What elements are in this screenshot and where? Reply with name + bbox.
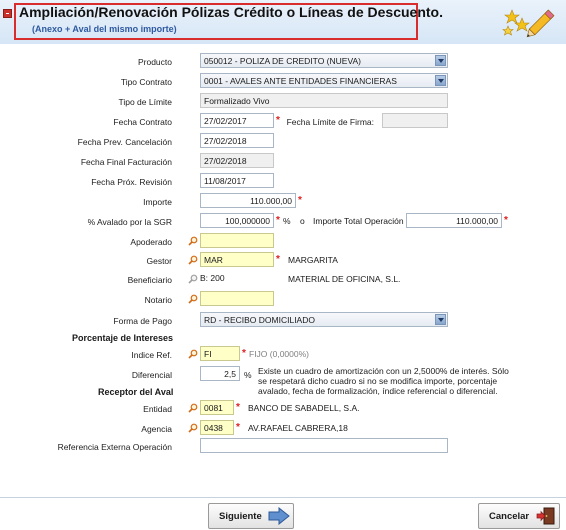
- importe-total-label: Importe Total Operación: [313, 216, 404, 226]
- avalado-label: % Avalado por la SGR: [87, 217, 172, 227]
- diferencial-note: Existe un cuadro de amortización con un …: [258, 366, 509, 396]
- agencia-label: Agencia: [141, 424, 172, 434]
- producto-select[interactable]: 050012 - POLIZA DE CREDITO (NUEVA): [200, 53, 448, 68]
- tipo-contrato-value: 0001 - AVALES ANTE ENTIDADES FINANCIERAS: [204, 76, 397, 86]
- diferencial-label: Diferencial: [131, 370, 172, 380]
- search-icon[interactable]: [188, 403, 198, 413]
- required-icon: *: [298, 195, 302, 206]
- agencia-description: AV.RAFAEL CABRERA,18: [248, 423, 348, 433]
- fecha-prev-cancelacion-label: Fecha Prev. Cancelación: [77, 137, 172, 147]
- tipo-limite-field: Formalizado Vivo: [200, 93, 448, 108]
- page-subtitle: (Anexo + Aval del mismo importe): [32, 24, 177, 34]
- forma-pago-select[interactable]: RD - RECIBO DOMICILIADO: [200, 312, 448, 327]
- required-icon: *: [276, 115, 280, 126]
- required-icon: *: [236, 402, 240, 413]
- fecha-final-facturacion-label: Fecha Final Facturación: [80, 157, 172, 167]
- search-icon: [188, 274, 198, 284]
- gestor-description: MARGARITA: [288, 255, 338, 265]
- agencia-input[interactable]: 0438: [200, 420, 234, 435]
- diferencial-input[interactable]: 2,5: [200, 366, 240, 381]
- fecha-limite-firma-input: [382, 113, 448, 128]
- siguiente-button[interactable]: Siguiente: [208, 503, 294, 529]
- entidad-description: BANCO DE SABADELL, S.A.: [248, 403, 360, 413]
- gestor-input[interactable]: MAR: [200, 252, 274, 267]
- indice-ref-input[interactable]: FI: [200, 346, 240, 361]
- diferencial-unit: %: [244, 370, 252, 380]
- search-icon[interactable]: [188, 423, 198, 433]
- stars-pencil-icon: [502, 9, 555, 38]
- search-icon[interactable]: [188, 236, 198, 246]
- tipo-contrato-label: Tipo Contrato: [120, 77, 172, 87]
- apoderado-label: Apoderado: [130, 237, 172, 247]
- avalado-connector: o: [300, 216, 305, 226]
- page-title: Ampliación/Renovación Pólizas Crédito o …: [19, 4, 443, 20]
- ref-externa-label: Referencia Externa Operación: [57, 442, 172, 452]
- chevron-down-icon[interactable]: [435, 55, 446, 66]
- fecha-limite-firma-label: Fecha Límite de Firma:: [286, 117, 374, 127]
- search-icon[interactable]: [188, 349, 198, 359]
- apoderado-input[interactable]: [200, 233, 274, 248]
- receptor-section-title: Receptor del Aval: [98, 387, 174, 397]
- forma-pago-label: Forma de Pago: [113, 316, 172, 326]
- collapse-icon[interactable]: [3, 9, 12, 18]
- fecha-prev-cancelacion-input[interactable]: 27/02/2018: [200, 133, 274, 148]
- avalado-input[interactable]: 100,000000: [200, 213, 274, 228]
- avalado-unit: %: [283, 216, 291, 226]
- forma-pago-value: RD - RECIBO DOMICILIADO: [204, 315, 315, 325]
- search-icon[interactable]: [188, 255, 198, 265]
- entidad-input[interactable]: 0081: [200, 400, 234, 415]
- chevron-down-icon[interactable]: [435, 314, 446, 325]
- entidad-label: Entidad: [143, 404, 172, 414]
- fecha-prox-revision-label: Fecha Próx. Revisión: [91, 177, 172, 187]
- producto-label: Producto: [137, 57, 172, 67]
- intereses-section-title: Porcentaje de Intereses: [72, 333, 174, 343]
- ref-externa-input[interactable]: [200, 438, 448, 453]
- tipo-contrato-select[interactable]: 0001 - AVALES ANTE ENTIDADES FINANCIERAS: [200, 73, 448, 88]
- search-icon[interactable]: [188, 294, 198, 304]
- fecha-prox-revision-input[interactable]: 11/08/2017: [200, 173, 274, 188]
- arrow-right-icon: [268, 507, 290, 525]
- required-icon: *: [276, 215, 280, 226]
- indice-ref-description: FIJO (0,0000%): [249, 349, 309, 359]
- fecha-contrato-label: Fecha Contrato: [113, 117, 172, 127]
- page-header: Ampliación/Renovación Pólizas Crédito o …: [0, 0, 566, 44]
- cancelar-label: Cancelar: [489, 510, 530, 522]
- required-icon: *: [276, 254, 280, 265]
- importe-label: Importe: [143, 197, 172, 207]
- importe-input[interactable]: 110.000,00: [200, 193, 296, 208]
- tipo-limite-label: Tipo de Límite: [118, 97, 172, 107]
- beneficiario-label: Beneficiario: [127, 275, 172, 285]
- required-icon: *: [242, 348, 246, 359]
- footer-divider: [0, 497, 566, 498]
- exit-door-icon: [536, 507, 555, 525]
- producto-value: 050012 - POLIZA DE CREDITO (NUEVA): [204, 56, 361, 66]
- gestor-label: Gestor: [146, 256, 172, 266]
- cancelar-button[interactable]: Cancelar: [478, 503, 560, 529]
- beneficiario-description: MATERIAL DE OFICINA, S.L.: [288, 274, 401, 284]
- importe-total-input[interactable]: 110.000,00: [406, 213, 502, 228]
- siguiente-label: Siguiente: [219, 510, 262, 522]
- notario-label: Notario: [144, 295, 172, 305]
- chevron-down-icon[interactable]: [435, 75, 446, 86]
- required-icon: *: [504, 215, 508, 226]
- notario-input[interactable]: [200, 291, 274, 306]
- beneficiario-field: B: 200: [200, 273, 225, 283]
- indice-ref-label: Indice Ref.: [131, 350, 172, 360]
- fecha-final-facturacion-field: 27/02/2018: [200, 153, 274, 168]
- required-icon: *: [236, 422, 240, 433]
- fecha-contrato-input[interactable]: 27/02/2017: [200, 113, 274, 128]
